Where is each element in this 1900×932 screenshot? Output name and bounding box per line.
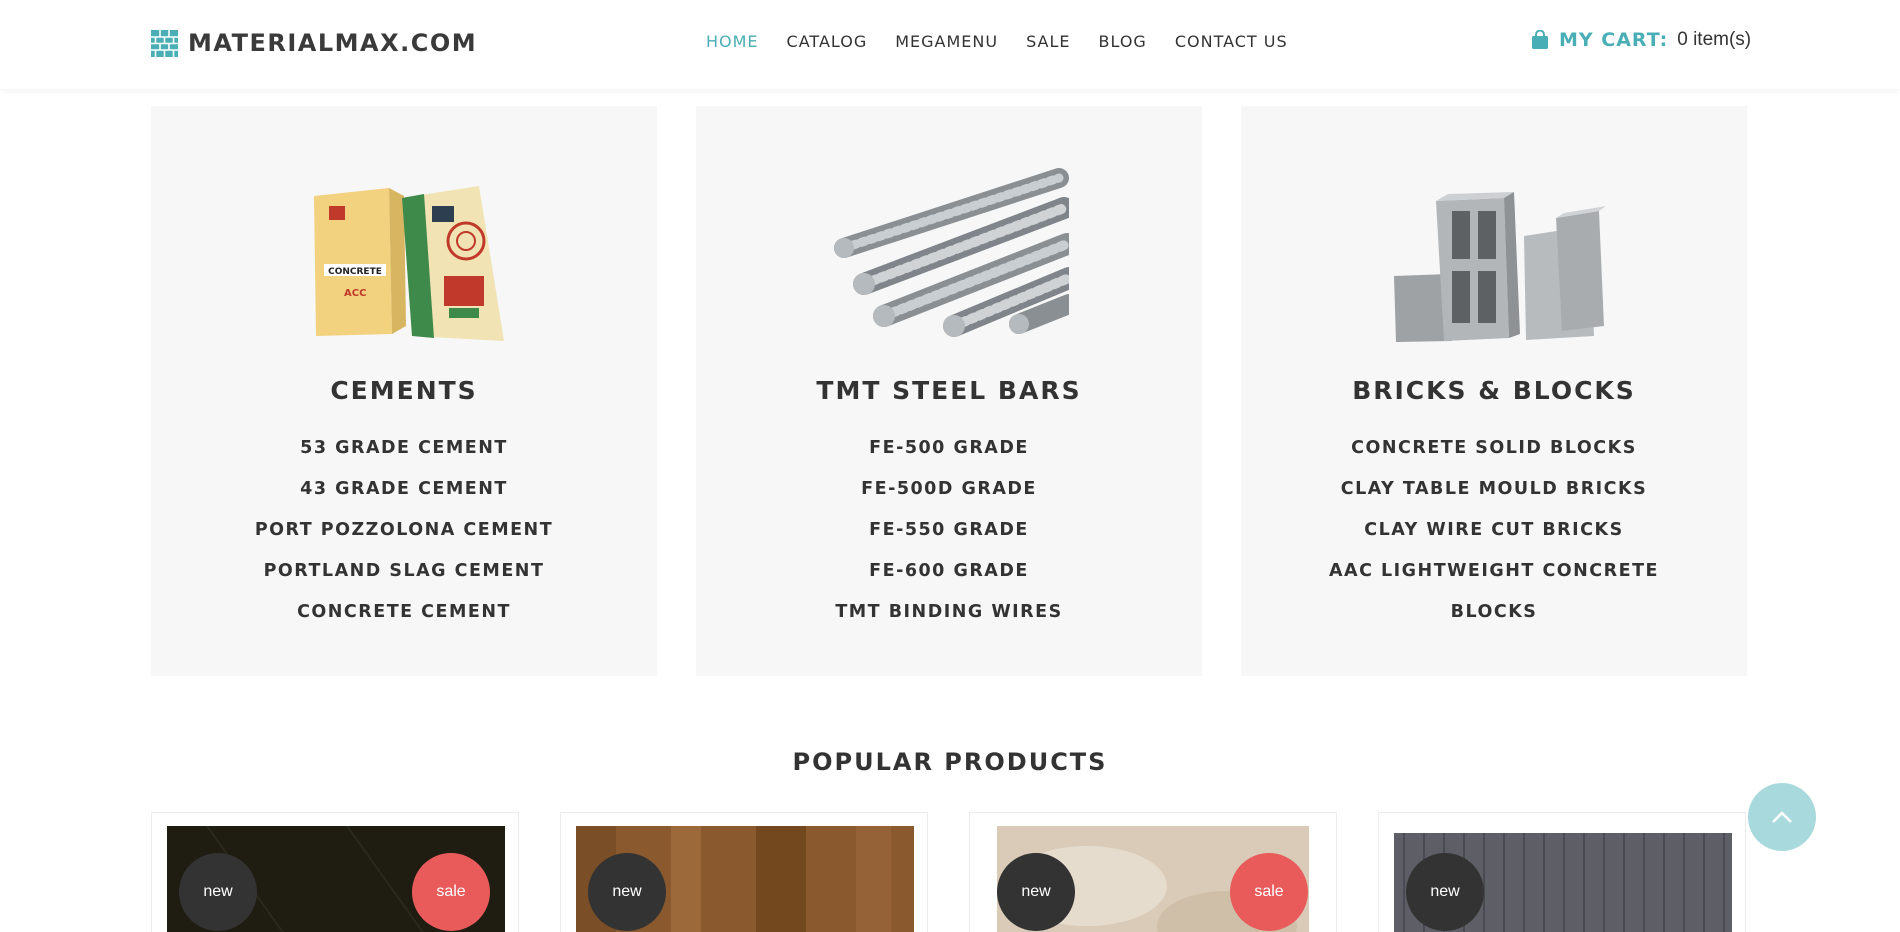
category-link[interactable]: TMT BINDING WIRES xyxy=(696,592,1202,633)
category-link[interactable]: CLAY TABLE MOULD BRICKS xyxy=(1241,469,1747,510)
popular-products-title: POPULAR PRODUCTS xyxy=(792,748,1108,776)
nav-sale[interactable]: SALE xyxy=(1026,32,1070,51)
product-card[interactable]: new sale xyxy=(151,812,519,932)
product-card[interactable]: new xyxy=(1378,812,1746,932)
new-badge: new xyxy=(1406,853,1484,931)
category-card-cements: CONCRETE ACC CEMENTS 53 GRADE CEMENT 43 … xyxy=(151,106,657,676)
svg-text:ACC: ACC xyxy=(344,288,366,299)
new-badge: new xyxy=(997,853,1075,931)
nav-blog[interactable]: BLOG xyxy=(1099,32,1147,51)
brick-wall-icon xyxy=(151,29,178,57)
concrete-blocks-image[interactable] xyxy=(1374,166,1614,346)
category-title[interactable]: CEMENTS xyxy=(151,376,657,405)
page: MATERIALMAX.COM HOME CATALOG MEGAMENU SA… xyxy=(0,0,1900,932)
scroll-to-top-button[interactable] xyxy=(1748,783,1816,851)
category-link[interactable]: PORTLAND SLAG CEMENT xyxy=(151,551,657,592)
category-link[interactable]: 53 GRADE CEMENT xyxy=(151,428,657,469)
category-link[interactable]: FE-500D GRADE xyxy=(696,469,1202,510)
new-badge: new xyxy=(179,853,257,931)
product-card[interactable]: new sale xyxy=(969,812,1337,932)
steel-rebars-image[interactable] xyxy=(829,166,1069,346)
cart-label: MY CART: xyxy=(1559,29,1669,51)
sale-badge: sale xyxy=(412,853,490,931)
category-link[interactable]: PORT POZZOLONA CEMENT xyxy=(151,510,657,551)
svg-text:CONCRETE: CONCRETE xyxy=(328,267,382,277)
category-list: CONCRETE SOLID BLOCKS CLAY TABLE MOULD B… xyxy=(1241,428,1747,633)
category-link[interactable]: CLAY WIRE CUT BRICKS xyxy=(1241,510,1747,551)
category-title[interactable]: TMT STEEL BARS xyxy=(696,376,1202,405)
category-link: BLOCKS xyxy=(1450,602,1538,622)
logo-text: MATERIALMAX.COM xyxy=(188,29,478,57)
category-link[interactable]: CONCRETE CEMENT xyxy=(151,592,657,633)
category-link[interactable]: CONCRETE SOLID BLOCKS xyxy=(1241,428,1747,469)
category-link[interactable]: FE-550 GRADE xyxy=(696,510,1202,551)
cement-bags-image[interactable]: CONCRETE ACC xyxy=(284,166,524,346)
category-card-bricks-blocks: BRICKS & BLOCKS CONCRETE SOLID BLOCKS CL… xyxy=(1241,106,1747,676)
shopping-bag-icon xyxy=(1532,30,1548,49)
site-logo[interactable]: MATERIALMAX.COM xyxy=(151,29,477,57)
site-header: MATERIALMAX.COM HOME CATALOG MEGAMENU SA… xyxy=(0,0,1900,89)
nav-megamenu[interactable]: MEGAMENU xyxy=(895,32,998,51)
sale-badge: sale xyxy=(1230,853,1308,931)
new-badge: new xyxy=(588,853,666,931)
cart-link[interactable]: MY CART: 0 item(s) xyxy=(1530,29,1751,51)
category-list: FE-500 GRADE FE-500D GRADE FE-550 GRADE … xyxy=(696,428,1202,633)
category-link[interactable]: 43 GRADE CEMENT xyxy=(151,469,657,510)
category-title[interactable]: BRICKS & BLOCKS xyxy=(1241,376,1747,405)
category-link[interactable]: AAC LIGHTWEIGHT CONCRETE xyxy=(1241,551,1747,592)
category-link[interactable]: FE-500 GRADE xyxy=(696,428,1202,469)
category-link[interactable]: FE-600 GRADE xyxy=(696,551,1202,592)
category-card-tmt-steel-bars: TMT STEEL BARS FE-500 GRADE FE-500D GRAD… xyxy=(696,106,1202,676)
product-card[interactable]: new xyxy=(560,812,928,932)
chevron-up-icon xyxy=(1772,811,1792,823)
cart-item-count: 0 item(s) xyxy=(1677,29,1752,50)
category-list: 53 GRADE CEMENT 43 GRADE CEMENT PORT POZ… xyxy=(151,428,657,633)
nav-catalog[interactable]: CATALOG xyxy=(787,32,868,51)
nav-contact-us[interactable]: CONTACT US xyxy=(1175,32,1288,51)
nav-home[interactable]: HOME xyxy=(706,32,759,51)
main-nav: HOME CATALOG MEGAMENU SALE BLOG CONTACT … xyxy=(706,32,1316,51)
